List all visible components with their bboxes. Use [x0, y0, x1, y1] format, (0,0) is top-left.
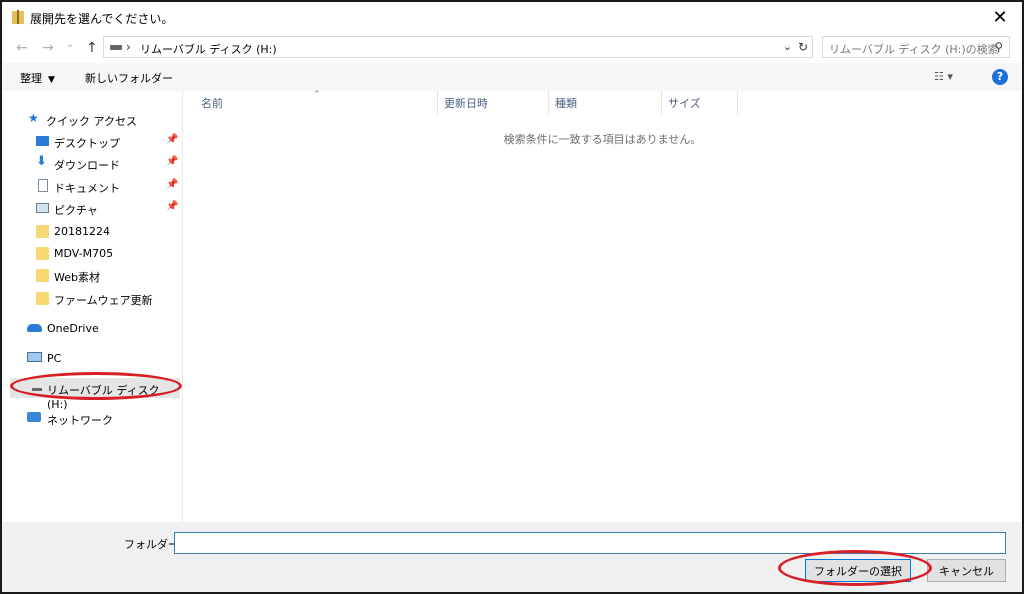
close-button[interactable]: ✕ — [978, 2, 1022, 32]
picture-icon — [36, 203, 49, 213]
column-divider[interactable] — [737, 91, 738, 115]
sidebar-item-pictures[interactable]: ピクチャ 📌 — [2, 198, 182, 218]
drive-icon — [110, 45, 122, 50]
column-divider[interactable] — [661, 91, 662, 115]
address-bar[interactable]: › リムーバブル ディスク (H:) ⌄ ↻ — [103, 36, 813, 58]
refresh-icon[interactable]: ↻ — [798, 40, 808, 54]
folder-icon — [36, 225, 49, 238]
column-header-modified[interactable]: 更新日時 — [444, 95, 488, 111]
dialog-title: 展開先を選んでください。 — [30, 12, 174, 26]
column-header-type[interactable]: 種類 — [555, 95, 577, 111]
pin-icon[interactable]: 📌 — [166, 156, 178, 167]
computer-icon — [27, 352, 42, 362]
sidebar-item-desktop[interactable]: デスクトップ 📌 — [2, 131, 182, 151]
chevron-down-icon: ▼ — [48, 75, 55, 85]
sidebar-item-label: ドキュメント — [54, 182, 120, 195]
sidebar-item-pc[interactable]: PC — [2, 348, 182, 368]
sidebar-item-label: ダウンロード — [54, 159, 120, 172]
cloud-icon — [27, 324, 42, 332]
search-placeholder: リムーバブル ディスク (H:)の検索 — [829, 43, 999, 56]
file-list: 名前 ⌃ 更新日時 種類 サイズ 検索条件に一致する項目はありません。 — [183, 90, 1022, 522]
organize-button[interactable]: 整理 ▼ — [20, 70, 55, 86]
sidebar-item-label: 20181224 — [54, 225, 110, 238]
up-arrow-icon[interactable]: ↑ — [86, 40, 98, 56]
view-options-icon[interactable]: ☷ ▾ — [934, 70, 953, 83]
address-dropdown-icon[interactable]: ⌄ — [783, 40, 792, 53]
sidebar-item-documents[interactable]: ドキュメント 📌 — [2, 176, 182, 196]
title-bar: 展開先を選んでください。 ✕ — [2, 2, 1022, 32]
sidebar-item-folder-web[interactable]: Web素材 — [2, 265, 182, 285]
sidebar-item-label: PC — [47, 352, 62, 365]
column-divider[interactable] — [548, 91, 549, 115]
folder-picker-dialog: 展開先を選んでください。 ✕ ← → ⌄ ↑ › リムーバブル ディスク (H:… — [0, 0, 1024, 594]
folder-icon — [36, 247, 49, 260]
help-icon[interactable]: ? — [992, 69, 1008, 85]
recent-locations-icon[interactable]: ⌄ — [66, 39, 74, 50]
document-icon — [38, 179, 48, 192]
sidebar-item-label: デスクトップ — [54, 137, 120, 150]
sidebar-item-quick-access[interactable]: ★ クイック アクセス — [2, 109, 182, 129]
sidebar-item-label: MDV-M705 — [54, 247, 114, 260]
folder-icon — [36, 269, 49, 282]
sidebar-item-label: ネットワーク — [47, 414, 113, 427]
command-toolbar: 整理 ▼ 新しいフォルダー ☷ ▾ ? — [2, 63, 1022, 91]
sidebar-item-label: Web素材 — [54, 271, 100, 284]
sidebar-item-folder-20181224[interactable]: 20181224 — [2, 221, 182, 241]
sidebar-item-label: OneDrive — [47, 322, 99, 335]
breadcrumb-removable-disk[interactable]: リムーバブル ディスク (H:) — [140, 41, 277, 57]
navigation-pane: ★ クイック アクセス デスクトップ 📌 ⬇ ダウンロード 📌 ドキュメント 📌… — [2, 91, 183, 522]
zip-folder-icon — [12, 10, 24, 24]
annotation-circle-removable-disk — [10, 372, 182, 400]
sidebar-item-folder-firmware[interactable]: ファームウェア更新 — [2, 288, 182, 308]
annotation-circle-select-button — [778, 550, 932, 586]
navigation-bar: ← → ⌄ ↑ › リムーバブル ディスク (H:) ⌄ ↻ リムーバブル ディ… — [2, 35, 1022, 61]
empty-message: 検索条件に一致する項目はありません。 — [503, 133, 702, 146]
star-icon: ★ — [28, 111, 39, 125]
cancel-button[interactable]: キャンセル — [927, 559, 1006, 582]
search-icon[interactable]: ⚲ — [994, 40, 1003, 54]
forward-arrow-icon[interactable]: → — [42, 40, 54, 56]
column-header-size[interactable]: サイズ — [668, 95, 701, 111]
sidebar-item-label: ファームウェア更新 — [54, 294, 153, 307]
sidebar-item-onedrive[interactable]: OneDrive — [2, 318, 182, 338]
sidebar-item-label: ピクチャ — [54, 204, 98, 217]
sidebar-item-downloads[interactable]: ⬇ ダウンロード 📌 — [2, 153, 182, 173]
download-icon: ⬇ — [36, 154, 47, 169]
search-input[interactable]: リムーバブル ディスク (H:)の検索 ⚲ — [822, 36, 1010, 58]
close-icon: ✕ — [992, 6, 1008, 28]
sidebar-item-label: クイック アクセス — [46, 115, 137, 128]
sidebar-item-network[interactable]: ネットワーク — [2, 408, 182, 428]
folder-icon — [36, 292, 49, 305]
organize-label: 整理 — [20, 72, 42, 85]
new-folder-button[interactable]: 新しいフォルダー — [85, 70, 173, 86]
desktop-icon — [36, 136, 49, 146]
pin-icon[interactable]: 📌 — [166, 179, 178, 190]
back-arrow-icon[interactable]: ← — [16, 40, 28, 56]
sort-ascending-icon: ⌃ — [313, 90, 321, 100]
breadcrumb-separator-icon[interactable]: › — [126, 40, 131, 54]
sidebar-item-folder-mdv-m705[interactable]: MDV-M705 — [2, 243, 182, 263]
network-icon — [27, 412, 41, 422]
column-divider[interactable] — [437, 91, 438, 115]
column-header-name[interactable]: 名前 — [201, 95, 223, 111]
pin-icon[interactable]: 📌 — [166, 134, 178, 145]
pin-icon[interactable]: 📌 — [166, 201, 178, 212]
